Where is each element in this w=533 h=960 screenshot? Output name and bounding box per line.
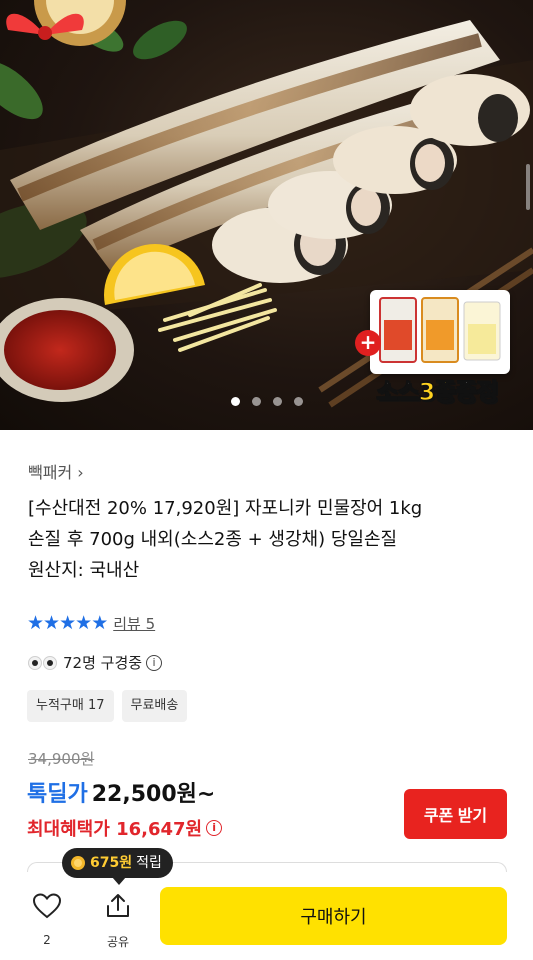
gallery-dot[interactable] [230, 397, 240, 406]
heart-icon [32, 893, 62, 919]
points-value: 675원 [90, 855, 133, 871]
share-button[interactable]: 공유 [101, 893, 135, 950]
brand-name: 빽패커 [28, 463, 73, 482]
tag-cumulative-purchases: 누적구매 17 [27, 690, 114, 722]
title-line: 원산지: 국내산 [28, 560, 140, 581]
max-benefit-price: 최대혜택가 16,647원 i [27, 815, 223, 841]
plus-icon: + [355, 330, 381, 356]
eyes-icon [28, 655, 57, 670]
star-icon: ★ [59, 612, 76, 634]
brand-link[interactable]: 빽패커 › [28, 459, 84, 483]
title-line: 손질 후 700g 내외(소스2종 + 생강채) 당일손질 [28, 529, 398, 550]
points-suffix: 적립 [136, 855, 162, 871]
share-icon [107, 894, 129, 917]
star-icon: ★ [27, 612, 44, 634]
gallery-dot[interactable] [272, 397, 282, 406]
coupon-button[interactable]: 쿠폰 받기 [404, 789, 507, 839]
gift-ribbon-icon [6, 13, 84, 40]
buy-button[interactable]: 구매하기 [160, 887, 507, 945]
tag-free-shipping: 무료배송 [121, 690, 188, 722]
deal-label: 톡딜가 [27, 782, 88, 807]
like-button[interactable]: 2 [30, 893, 64, 947]
gallery-pagination[interactable] [0, 397, 533, 406]
deal-price-row: 톡딜가 22,500원~ [27, 776, 215, 808]
viewers-indicator: 72명 구경중 i [28, 652, 163, 673]
star-icon: ★ [43, 612, 60, 634]
star-icon: ★ [75, 612, 92, 634]
viewers-text: 72명 구경중 [63, 654, 143, 672]
info-icon[interactable]: i [146, 654, 163, 671]
coin-icon [71, 856, 85, 870]
product-tags: 누적구매 17 무료배송 [27, 690, 188, 722]
original-price: 34,900원 [28, 750, 95, 768]
rating-row[interactable]: ★★★★★ 리뷰 5 [27, 612, 155, 634]
review-count-link[interactable]: 리뷰 5 [113, 613, 155, 634]
star-rating: ★★★★★ [27, 612, 108, 634]
product-image-gallery[interactable]: + 소스3종증정 [0, 0, 533, 430]
title-line: [수산대전 20% 17,920원] 자포니카 민물장어 1kg [28, 498, 423, 519]
points-tooltip: 675원 적립 [62, 848, 173, 885]
gallery-dot[interactable] [251, 397, 261, 406]
share-label: 공유 [106, 935, 130, 949]
sauce-gift-card [370, 290, 510, 374]
chevron-right-icon: › [77, 463, 84, 482]
product-title: [수산대전 20% 17,920원] 자포니카 민물장어 1kg 손질 후 70… [28, 493, 508, 586]
scrollbar[interactable] [526, 164, 530, 210]
like-count: 2 [43, 933, 51, 947]
gallery-dot[interactable] [293, 397, 303, 406]
deal-price: 22,500원~ [91, 782, 216, 807]
info-icon[interactable]: i [206, 820, 223, 836]
star-icon: ★ [91, 612, 108, 634]
sauce-packs-icon [379, 297, 501, 363]
benefit-label: 최대혜택가 16,647원 [27, 819, 203, 840]
